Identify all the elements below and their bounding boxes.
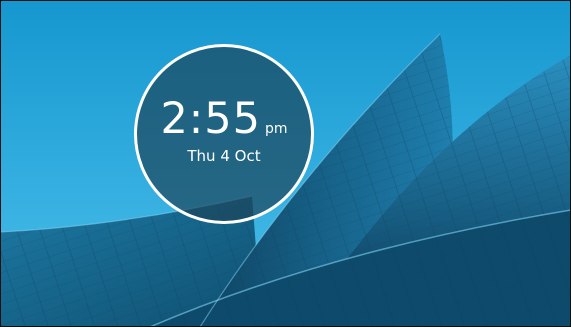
clock-widget: 2:55 pm Thu 4 Oct <box>134 44 314 224</box>
lock-screen: 2:55 pm Thu 4 Oct <box>0 0 571 327</box>
clock-ampm: pm <box>265 120 288 137</box>
clock-time: 2:55 <box>160 93 262 144</box>
clock-date: Thu 4 Oct <box>187 146 261 165</box>
time-display: 2:55 pm <box>160 93 288 144</box>
